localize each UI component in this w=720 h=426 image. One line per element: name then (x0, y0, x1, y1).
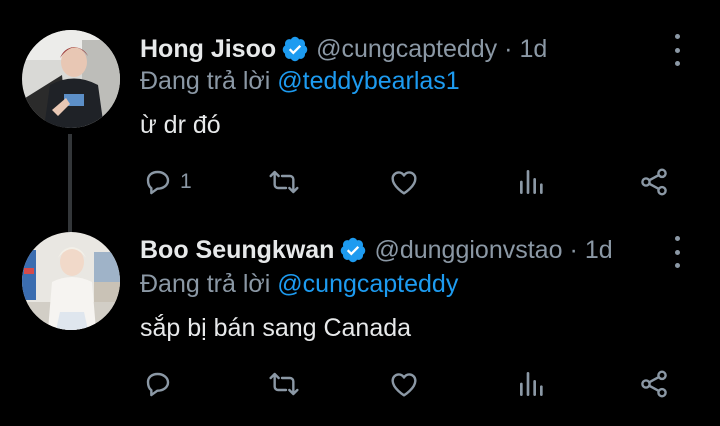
views-button[interactable] (516, 162, 548, 202)
heart-icon (391, 373, 417, 397)
timestamp[interactable]: 1d (520, 35, 548, 64)
tweet-header: Boo Seungkwan @dunggionvstao · 1d (140, 233, 613, 267)
like-button[interactable] (388, 162, 420, 202)
separator-dot: · (504, 34, 513, 63)
separator-dot: · (569, 235, 578, 264)
avatar-image (22, 30, 120, 128)
verified-badge-icon (339, 236, 367, 264)
retweet-icon (269, 170, 299, 194)
more-vertical-icon[interactable] (668, 236, 686, 268)
share-icon (641, 168, 667, 196)
views-button[interactable] (516, 364, 548, 404)
tweet-text: ừ dr đó (140, 111, 221, 139)
retweet-icon (269, 372, 299, 396)
action-bar: 1 (0, 162, 720, 202)
display-name[interactable]: Hong Jisoo (140, 35, 276, 64)
replying-to: Đang trả lời @teddybearlas1 (140, 67, 460, 96)
verified-badge-icon (281, 35, 309, 63)
views-icon (520, 170, 543, 194)
replying-to-mention[interactable]: @cungcapteddy (277, 270, 458, 298)
retweet-button[interactable] (268, 162, 300, 202)
share-button[interactable] (638, 162, 670, 202)
reply-icon (146, 372, 170, 397)
timestamp[interactable]: 1d (585, 236, 613, 265)
views-icon (520, 372, 543, 396)
reply-icon (146, 170, 170, 195)
more-vertical-icon[interactable] (668, 34, 686, 66)
share-icon (641, 370, 667, 398)
heart-icon (391, 171, 417, 195)
action-bar (0, 364, 720, 404)
like-button[interactable] (388, 364, 420, 404)
tweet-header: Hong Jisoo @cungcapteddy · 1d (140, 32, 547, 66)
replying-prefix: Đang trả lời (140, 270, 278, 298)
tweet[interactable]: Boo Seungkwan @dunggionvstao · 1d Đang t… (0, 212, 720, 426)
replying-to-mention[interactable]: @teddybearlas1 (277, 67, 459, 95)
avatar-image (22, 232, 120, 330)
reply-count: 1 (180, 170, 192, 193)
replying-prefix: Đang trả lời (140, 67, 278, 95)
avatar[interactable] (22, 30, 120, 128)
replying-to: Đang trả lời @cungcapteddy (140, 270, 458, 299)
tweet[interactable]: Hong Jisoo @cungcapteddy · 1d Đang trả l… (0, 0, 720, 232)
display-name[interactable]: Boo Seungkwan (140, 236, 334, 265)
reply-button[interactable] (142, 364, 180, 404)
tweet-text: sắp bị bán sang Canada (140, 314, 412, 342)
handle[interactable]: @dunggionvstao (374, 236, 562, 265)
share-button[interactable] (638, 364, 670, 404)
reply-button[interactable]: 1 (142, 162, 192, 202)
handle[interactable]: @cungcapteddy (316, 35, 497, 64)
avatar[interactable] (22, 232, 120, 330)
retweet-button[interactable] (268, 364, 300, 404)
